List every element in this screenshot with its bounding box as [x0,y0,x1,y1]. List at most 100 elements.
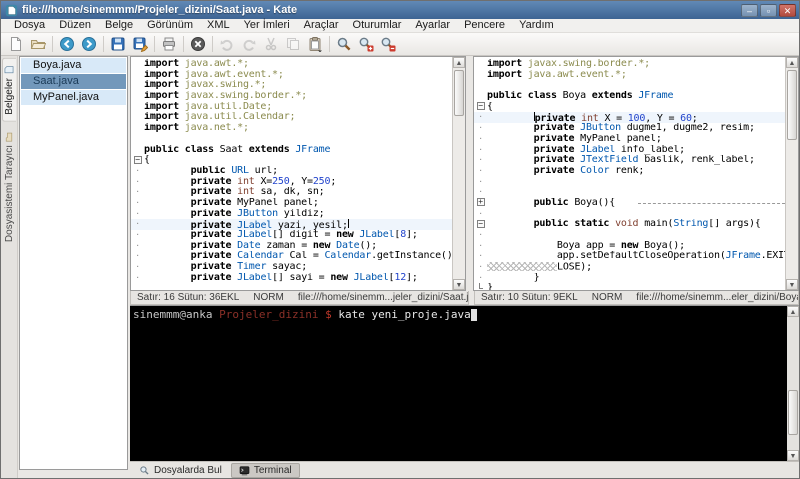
scrollbar-left-editor[interactable]: ▲ ▼ [452,57,465,290]
save-as-icon[interactable] [129,34,151,54]
code-line[interactable]: · app.setDefaultCloseOperation(JFrame.EX… [474,251,785,262]
menu-item-pencere[interactable]: Pencere [457,19,512,32]
document-item-mypanel-java[interactable]: MyPanel.java [21,90,126,105]
code-line[interactable]: · private JButton dugme1, dugme2, resim; [474,123,785,134]
scroll-thumb[interactable] [454,70,464,116]
editor-pane-boya[interactable]: import javax.swing.border.*;import java.… [473,56,799,291]
code-line[interactable]: · [474,187,785,198]
menu-item-dosya[interactable]: Dosya [7,19,52,32]
go-back-icon[interactable] [56,34,78,54]
document-list[interactable]: Boya.javaSaat.javaMyPanel.java [19,56,128,470]
code-line[interactable]: · private MyPanel panel; [474,134,785,145]
code-line[interactable]: · private JLabel info_label; [474,145,785,156]
find-icon[interactable] [333,34,355,54]
code-line[interactable]: import java.net.*; [131,123,452,134]
code-line[interactable]: · Boya app = new Boya(); [474,241,785,252]
toolview-tab-dosyalarda-bul[interactable]: Dosyalarda Bul [132,463,229,478]
maximize-button[interactable]: ▫ [760,4,777,17]
code-line[interactable]: } [474,283,785,290]
scroll-down-icon[interactable]: ▼ [787,450,799,461]
find-next-icon[interactable] [355,34,377,54]
code-line[interactable]: · private JLabel[] sayi = new JLabel[12]… [131,273,452,284]
code-line[interactable] [131,134,452,145]
code-line[interactable]: public class Saat extends JFrame [131,145,452,156]
titlebar[interactable]: file:///home/sinemmm/Projeler_dizini/Saa… [1,1,799,19]
code-line[interactable]: import java.awt.event.*; [131,70,452,81]
code-line[interactable]: · [474,230,785,241]
close-button[interactable]: ✕ [779,4,796,17]
minimize-button[interactable]: – [741,4,758,17]
code-line[interactable]: − public static void main(String[] args)… [474,219,785,230]
code-line[interactable]: import java.util.Calendar; [131,112,452,123]
menu-item-ara-lar[interactable]: Araçlar [297,19,346,32]
sidebar-tab-belgeler[interactable]: Belgeler [2,58,16,122]
find-previous-icon[interactable] [377,34,399,54]
paste-icon[interactable] [304,34,326,54]
code-line[interactable]: · private Date zaman = new Date(); [131,241,452,252]
code-line[interactable] [474,80,785,91]
code-line[interactable]: public class Boya extends JFrame [474,91,785,102]
code-line[interactable]: · private Timer sayac; [131,262,452,273]
menu-item-belge[interactable]: Belge [98,19,140,32]
code-area-saat[interactable]: import java.awt.*;import java.awt.event.… [131,57,452,290]
code-line[interactable]: · public URL url; [131,166,452,177]
sidebar-tab-dosyasistemi-taray-c-[interactable]: Dosyasistemi Tarayıcı [3,126,16,248]
code-line[interactable]: · private JLabel[] digit = new JLabel[8]… [131,230,452,241]
code-line[interactable]: −{ [474,102,785,113]
code-line[interactable]: import java.awt.*; [131,59,452,70]
scrollbar-right-editor[interactable]: ▲ ▼ [785,57,798,290]
code-area-boya[interactable]: import javax.swing.border.*;import java.… [474,57,785,290]
go-forward-icon[interactable] [78,34,100,54]
code-line[interactable]: · private JTextField baslik, renk_label; [474,155,785,166]
menu-item-ayarlar[interactable]: Ayarlar [408,19,457,32]
menu-item-yer-i-mleri[interactable]: Yer İmleri [237,19,297,32]
scroll-up-icon[interactable]: ▲ [786,57,798,68]
code-line[interactable]: · private int sa, dk, sn; [131,187,452,198]
scroll-thumb[interactable] [787,70,797,140]
code-line[interactable]: import javax.swing.border.*; [474,59,785,70]
save-icon[interactable] [107,34,129,54]
editor-pane-saat[interactable]: import java.awt.*;import java.awt.event.… [130,56,466,291]
code-line[interactable]: · [474,209,785,220]
code-line[interactable]: import java.util.Date; [131,102,452,113]
close-document-icon[interactable] [187,34,209,54]
scroll-thumb[interactable] [788,390,798,435]
fold-marker[interactable]: − [474,219,487,230]
code-line[interactable]: · private Calendar Cal = Calendar.getIns… [131,251,452,262]
scroll-up-icon[interactable]: ▲ [453,57,465,68]
code-line[interactable]: import javax.swing.*; [131,80,452,91]
fold-marker[interactable]: − [474,102,487,113]
scrollbar-terminal[interactable]: ▲ ▼ [787,306,799,461]
code-line[interactable]: −{ [131,155,452,166]
code-line[interactable]: · private JButton yildiz; [131,209,452,220]
scroll-down-icon[interactable]: ▼ [786,279,798,290]
terminal-text[interactable]: sinemmm@anka Projeler_dizini $ kate yeni… [130,306,787,461]
document-item-saat-java[interactable]: Saat.java [21,74,126,89]
menu-item-xml[interactable]: XML [200,19,237,32]
code-line[interactable]: + public Boya(){ [474,198,785,209]
menu-item-yard-m[interactable]: Yardım [512,19,561,32]
fold-marker[interactable]: − [131,155,144,166]
code-line[interactable]: · private JLabel yazi, yesil; [131,219,452,230]
menu-item-g-r-n-m[interactable]: Görünüm [140,19,200,32]
new-document-icon[interactable] [5,34,27,54]
editor-splitter[interactable] [466,56,473,291]
toolview-tab-terminal[interactable]: Terminal [231,463,300,478]
menu-item-d-zen[interactable]: Düzen [52,19,98,32]
open-file-icon[interactable] [27,34,49,54]
document-item-boya-java[interactable]: Boya.java [21,58,126,73]
code-line[interactable]: import javax.swing.border.*; [131,91,452,102]
code-line[interactable]: · } [474,273,785,284]
code-line[interactable]: ·LOSE); [474,262,785,273]
code-line[interactable]: import java.awt.event.*; [474,70,785,81]
fold-marker[interactable]: + [474,198,487,209]
code-line[interactable]: · private int X=250, Y=250; [131,177,452,188]
scroll-up-icon[interactable]: ▲ [787,306,799,317]
code-line[interactable]: · private int X = 100, Y = 60; [474,112,785,123]
code-line[interactable]: · private MyPanel panel; [131,198,452,209]
menu-item-oturumlar[interactable]: Oturumlar [346,19,409,32]
code-line[interactable]: · [474,177,785,188]
print-icon[interactable] [158,34,180,54]
code-line[interactable]: · private Color renk; [474,166,785,177]
scroll-down-icon[interactable]: ▼ [453,279,465,290]
